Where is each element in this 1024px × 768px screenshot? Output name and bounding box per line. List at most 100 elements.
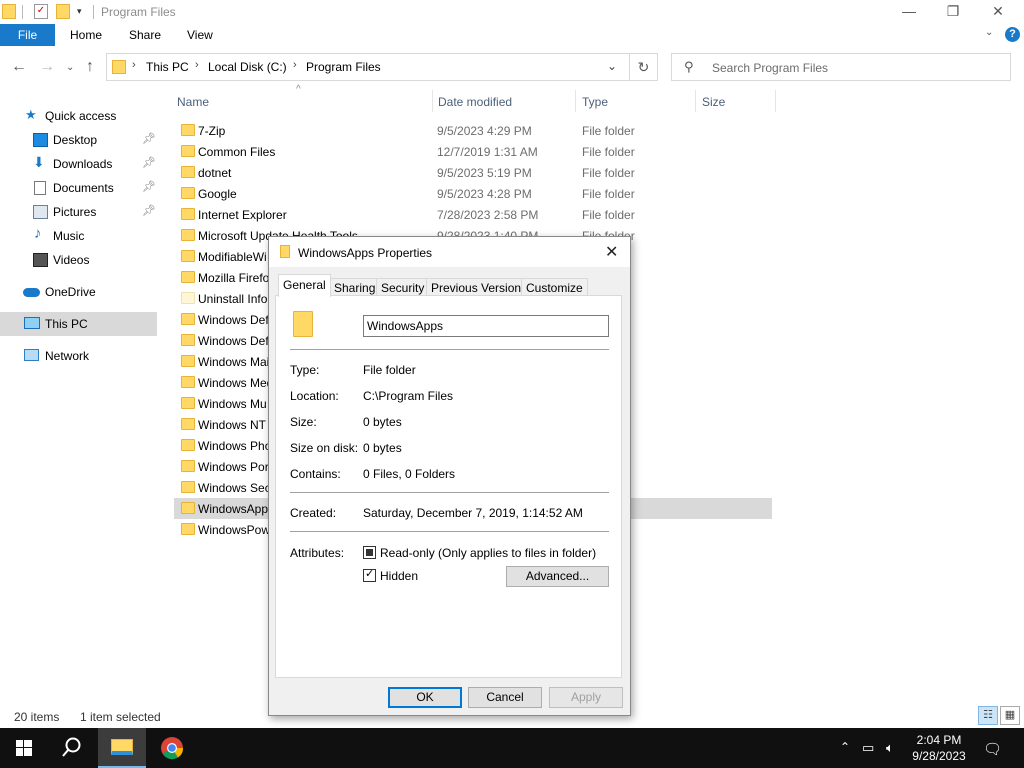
dialog-title-bar[interactable]: WindowsApps Properties ✕ bbox=[269, 237, 630, 267]
column-divider[interactable] bbox=[432, 90, 433, 112]
file-name: 7-Zip bbox=[198, 124, 226, 138]
nav-videos[interactable]: Videos bbox=[0, 248, 157, 272]
chevron-right-icon[interactable]: › bbox=[132, 59, 136, 71]
close-icon[interactable]: ✕ bbox=[605, 242, 618, 262]
network-status-icon[interactable]: ▭ bbox=[862, 740, 874, 756]
file-row[interactable]: dotnet 9/5/2023 5:19 PM File folder bbox=[174, 162, 772, 183]
nav-quick-access[interactable]: ★ Quick access bbox=[0, 104, 157, 128]
breadcrumb-this-pc[interactable]: This PC bbox=[146, 60, 189, 74]
cancel-button[interactable]: Cancel bbox=[468, 687, 542, 708]
tab-home[interactable]: Home bbox=[70, 28, 102, 42]
nav-onedrive[interactable]: OneDrive bbox=[0, 280, 157, 304]
back-icon[interactable]: ← bbox=[11, 58, 27, 76]
windows-logo-icon bbox=[16, 740, 32, 756]
minimize-button[interactable]: — bbox=[897, 2, 921, 22]
size-value: 0 bytes bbox=[363, 415, 402, 429]
qat-dropdown-icon[interactable]: ▾ bbox=[77, 6, 82, 17]
nav-music[interactable]: ♪ Music bbox=[0, 224, 157, 248]
folder-icon bbox=[293, 311, 313, 337]
hidden-checkbox[interactable]: ✓ bbox=[363, 568, 376, 582]
type-value: File folder bbox=[363, 363, 416, 377]
tab-share[interactable]: Share bbox=[129, 28, 161, 42]
properties-icon[interactable]: ✓ bbox=[34, 4, 48, 19]
refresh-button[interactable]: ↻ bbox=[630, 53, 658, 81]
item-count: 20 items bbox=[14, 710, 60, 724]
chrome-taskbar-button[interactable] bbox=[148, 728, 196, 768]
column-divider[interactable] bbox=[575, 90, 576, 112]
folder-icon bbox=[181, 229, 195, 241]
nav-downloads[interactable]: ⬇ Downloads 📌︎ bbox=[0, 152, 157, 176]
attributes-label: Attributes: bbox=[290, 546, 345, 560]
nav-this-pc[interactable]: This PC bbox=[0, 312, 157, 336]
column-divider[interactable] bbox=[775, 90, 776, 112]
readonly-label[interactable]: Read-only (Only applies to files in fold… bbox=[380, 546, 596, 560]
pin-icon: 📌︎ bbox=[142, 181, 156, 193]
folder-icon bbox=[181, 502, 195, 514]
details-view-icon[interactable]: ☷ bbox=[978, 706, 998, 725]
column-type[interactable]: Type bbox=[582, 95, 608, 109]
tab-general[interactable]: General bbox=[278, 274, 331, 297]
advanced-button[interactable]: Advanced... bbox=[506, 566, 609, 587]
new-folder-icon[interactable] bbox=[56, 4, 70, 19]
file-row[interactable]: Internet Explorer 7/28/2023 2:58 PM File f… bbox=[174, 204, 772, 225]
chevron-right-icon[interactable]: › bbox=[293, 59, 297, 71]
nav-label: Network bbox=[45, 349, 90, 363]
recent-locations-icon[interactable]: ⌄ bbox=[66, 62, 74, 73]
file-explorer-taskbar-button[interactable] bbox=[98, 728, 146, 768]
forward-icon[interactable]: → bbox=[39, 58, 55, 76]
address-bar[interactable]: › This PC › Local Disk (C:) › Program Fi… bbox=[106, 53, 630, 81]
search-button[interactable] bbox=[48, 728, 96, 768]
file-name: Windows Med bbox=[198, 376, 274, 390]
folder-icon[interactable] bbox=[2, 4, 16, 19]
column-divider[interactable] bbox=[695, 90, 696, 112]
show-hidden-icons-icon[interactable]: ⌃ bbox=[840, 740, 850, 754]
divider bbox=[290, 349, 609, 350]
file-name: Windows Def bbox=[198, 313, 269, 327]
file-name: Uninstall Info bbox=[198, 292, 268, 306]
nav-network[interactable]: Network bbox=[0, 344, 157, 368]
ok-button[interactable]: OK bbox=[388, 687, 462, 708]
search-input[interactable]: ⚲ Search Program Files bbox=[671, 53, 1011, 81]
file-name: ModifiableWi bbox=[198, 250, 267, 264]
ribbon: File Home Share View ⌄ ? bbox=[0, 24, 1024, 46]
help-icon[interactable]: ? bbox=[1005, 27, 1020, 42]
address-dropdown-icon[interactable]: ⌄ bbox=[607, 59, 617, 73]
file-date-modified: 7/28/2023 2:58 PM bbox=[437, 208, 539, 222]
notifications-icon[interactable]: 🗨︎ bbox=[983, 740, 1002, 758]
breadcrumb-program-files[interactable]: Program Files bbox=[306, 60, 381, 74]
search-icon bbox=[62, 737, 81, 757]
start-button[interactable] bbox=[0, 728, 48, 768]
chevron-right-icon[interactable]: › bbox=[195, 59, 199, 71]
file-row[interactable]: 7-Zip 9/5/2023 4:29 PM File folder bbox=[174, 120, 772, 141]
folder-icon bbox=[181, 166, 195, 178]
breadcrumb-local-disk[interactable]: Local Disk (C:) bbox=[208, 60, 287, 74]
maximize-button[interactable]: ❐ bbox=[941, 2, 965, 22]
file-tab[interactable]: File bbox=[0, 24, 55, 46]
column-date-modified[interactable]: Date modified bbox=[438, 95, 512, 109]
hidden-label[interactable]: Hidden bbox=[380, 569, 418, 583]
nav-pictures[interactable]: Pictures 📌︎ bbox=[0, 200, 157, 224]
up-icon[interactable]: ↑ bbox=[86, 58, 94, 76]
nav-documents[interactable]: Documents 📌︎ bbox=[0, 176, 157, 200]
tab-view[interactable]: View bbox=[187, 28, 213, 42]
nav-desktop[interactable]: Desktop 📌︎ bbox=[0, 128, 157, 152]
window-title: Program Files bbox=[101, 5, 176, 19]
column-name[interactable]: Name bbox=[177, 95, 209, 109]
file-name: WindowsPow bbox=[198, 523, 271, 537]
file-type: File folder bbox=[582, 124, 635, 138]
close-button[interactable]: ✕ bbox=[986, 2, 1010, 22]
file-row[interactable]: Common Files 12/7/2019 1:31 AM File folder bbox=[174, 141, 772, 162]
location-label: Location: bbox=[290, 389, 339, 403]
large-icons-view-icon[interactable]: ▦ bbox=[1000, 706, 1020, 725]
clock[interactable]: 2:04 PM 9/28/2023 bbox=[900, 732, 978, 764]
nav-label: Pictures bbox=[53, 205, 97, 219]
apply-button[interactable]: Apply bbox=[549, 687, 623, 708]
file-name: Windows Pho bbox=[198, 439, 272, 453]
volume-muted-icon[interactable]: 🔈︎ bbox=[886, 740, 894, 756]
column-size[interactable]: Size bbox=[702, 95, 725, 109]
file-name: Google bbox=[198, 187, 237, 201]
expand-ribbon-icon[interactable]: ⌄ bbox=[985, 27, 993, 38]
folder-name-input[interactable]: WindowsApps bbox=[363, 315, 609, 337]
file-row[interactable]: Google 9/5/2023 4:28 PM File folder bbox=[174, 183, 772, 204]
readonly-checkbox[interactable] bbox=[363, 546, 376, 559]
